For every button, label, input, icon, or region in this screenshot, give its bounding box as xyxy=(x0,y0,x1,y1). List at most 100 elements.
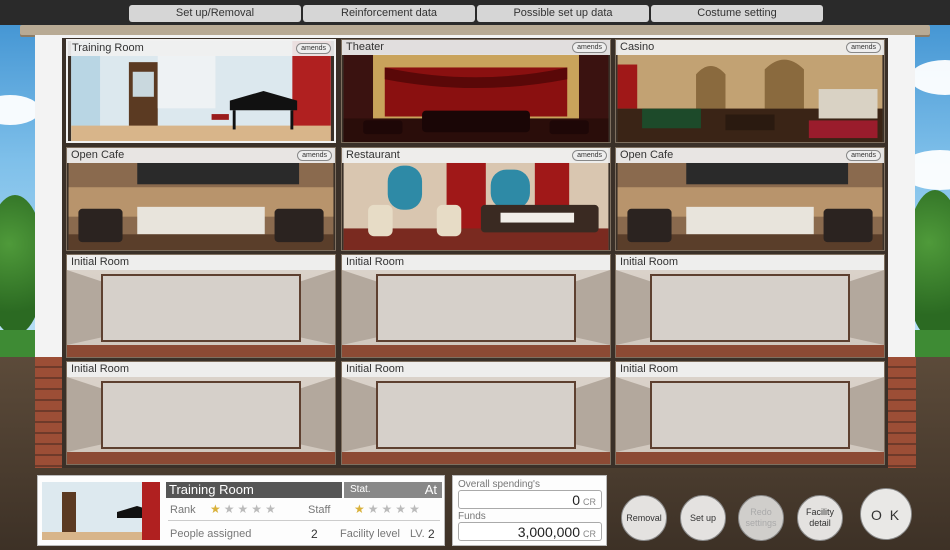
room-training-room[interactable]: Training Room amends xyxy=(66,39,336,143)
star-icon: ★ xyxy=(251,502,266,516)
room-side-wall xyxy=(576,377,610,452)
room-label: Theater amends xyxy=(342,40,610,55)
room-back-wall xyxy=(101,381,301,449)
restaurant-illustration xyxy=(343,148,609,250)
amends-badge[interactable]: amends xyxy=(296,43,331,54)
spending-label: Overall spending's xyxy=(458,479,540,490)
open-cafe-illustration xyxy=(68,148,334,250)
redo-settings-button[interactable]: Redo settings xyxy=(738,495,784,541)
ok-button[interactable]: O K xyxy=(860,488,912,540)
level-prefix: LV. xyxy=(410,528,425,540)
room-casino[interactable]: Casino amends xyxy=(615,39,885,143)
room-label: Training Room amends xyxy=(68,41,334,56)
room-side-wall xyxy=(67,270,101,345)
star-icon: ★ xyxy=(210,502,224,516)
facility-name: Training Room xyxy=(166,482,342,498)
funds-value-box: 3,000,000 CR xyxy=(458,522,602,541)
star-icon: ★ xyxy=(223,502,238,516)
room-side-wall xyxy=(342,377,376,452)
funds-label: Funds xyxy=(458,511,486,522)
casino-illustration xyxy=(617,40,883,142)
training-room-illustration xyxy=(71,41,331,141)
star-icon: ★ xyxy=(265,502,279,516)
star-icon: ★ xyxy=(354,502,368,516)
room-label: Initial Room xyxy=(616,362,884,377)
room-initial[interactable]: Initial Room xyxy=(341,254,611,358)
room-initial[interactable]: Initial Room xyxy=(66,254,336,358)
amends-badge[interactable]: amends xyxy=(846,150,881,161)
tab-reinforcement-data[interactable]: Reinforcement data xyxy=(303,5,475,22)
room-label: Open Cafe amends xyxy=(67,148,335,163)
room-label: Initial Room xyxy=(342,255,610,270)
room-initial[interactable]: Initial Room xyxy=(615,361,885,465)
facility-stat: Stat. At xyxy=(344,482,442,498)
tab-setup-removal[interactable]: Set up/Removal xyxy=(129,5,301,22)
theater-illustration xyxy=(343,40,609,142)
star-icon: ★ xyxy=(237,502,252,516)
funds-value: 3,000,000 xyxy=(517,524,580,540)
spending-value-box: 0 CR xyxy=(458,490,602,509)
room-theater[interactable]: Theater amends xyxy=(341,39,611,143)
room-open-cafe[interactable]: Open Cafe amends xyxy=(66,147,336,251)
stat-label: Stat. xyxy=(350,484,371,495)
room-open-cafe[interactable]: Open Cafe amends xyxy=(615,147,885,251)
spending-value: 0 xyxy=(572,492,580,508)
room-initial[interactable]: Initial Room xyxy=(341,361,611,465)
setup-button[interactable]: Set up xyxy=(680,495,726,541)
brick-pillar-left xyxy=(35,357,65,468)
room-label: Casino amends xyxy=(616,40,884,55)
people-assigned-label: People assigned xyxy=(170,528,252,540)
room-floor xyxy=(67,452,335,464)
removal-button[interactable]: Removal xyxy=(621,495,667,541)
room-label: Initial Room xyxy=(342,362,610,377)
divider xyxy=(168,520,440,521)
room-floor xyxy=(616,345,884,357)
facility-level-label: Facility level xyxy=(340,528,400,540)
room-side-wall xyxy=(616,270,650,345)
room-side-wall xyxy=(301,270,335,345)
room-label: Initial Room xyxy=(67,362,335,377)
facility-thumbnail xyxy=(42,482,160,540)
amends-badge[interactable]: amends xyxy=(572,150,607,161)
room-label: Initial Room xyxy=(616,255,884,270)
amends-badge[interactable]: amends xyxy=(846,42,881,53)
room-floor xyxy=(342,345,610,357)
amends-badge[interactable]: amends xyxy=(572,42,607,53)
room-side-wall xyxy=(301,377,335,452)
tab-costume-setting[interactable]: Costume setting xyxy=(651,5,823,22)
room-side-wall xyxy=(67,377,101,452)
room-floor xyxy=(67,345,335,357)
staff-label: Staff xyxy=(308,504,331,516)
star-icon: ★ xyxy=(381,502,396,516)
rank-label: Rank xyxy=(170,504,196,516)
people-assigned-value: 2 xyxy=(311,527,318,541)
room-restaurant[interactable]: Restaurant amends xyxy=(341,147,611,251)
room-side-wall xyxy=(576,270,610,345)
room-back-wall xyxy=(376,274,576,342)
stat-value: At xyxy=(424,482,437,497)
brick-pillar-right xyxy=(886,357,916,468)
currency-unit: CR xyxy=(583,529,596,539)
room-label: Restaurant amends xyxy=(342,148,610,163)
star-icon: ★ xyxy=(395,502,410,516)
staff-stars: ★★★★★ xyxy=(354,502,423,516)
room-label: Initial Room xyxy=(67,255,335,270)
facility-level-value: 2 xyxy=(428,527,435,541)
room-side-wall xyxy=(850,377,884,452)
room-side-wall xyxy=(850,270,884,345)
star-icon: ★ xyxy=(409,502,423,516)
room-floor xyxy=(342,452,610,464)
room-initial[interactable]: Initial Room xyxy=(66,361,336,465)
tab-possible-setup-data[interactable]: Possible set up data xyxy=(477,5,649,22)
facility-info-panel: Training Room Stat. At Rank ★★★★★ Staff … xyxy=(37,475,445,546)
room-back-wall xyxy=(376,381,576,449)
funds-panel: Overall spending's 0 CR Funds 3,000,000 CR xyxy=(452,475,607,546)
star-icon: ★ xyxy=(367,502,382,516)
room-back-wall xyxy=(101,274,301,342)
room-initial[interactable]: Initial Room xyxy=(615,254,885,358)
open-cafe-illustration xyxy=(617,148,883,250)
amends-badge[interactable]: amends xyxy=(297,150,332,161)
room-floor xyxy=(616,452,884,464)
facility-detail-button[interactable]: Facility detail xyxy=(797,495,843,541)
room-back-wall xyxy=(650,381,850,449)
